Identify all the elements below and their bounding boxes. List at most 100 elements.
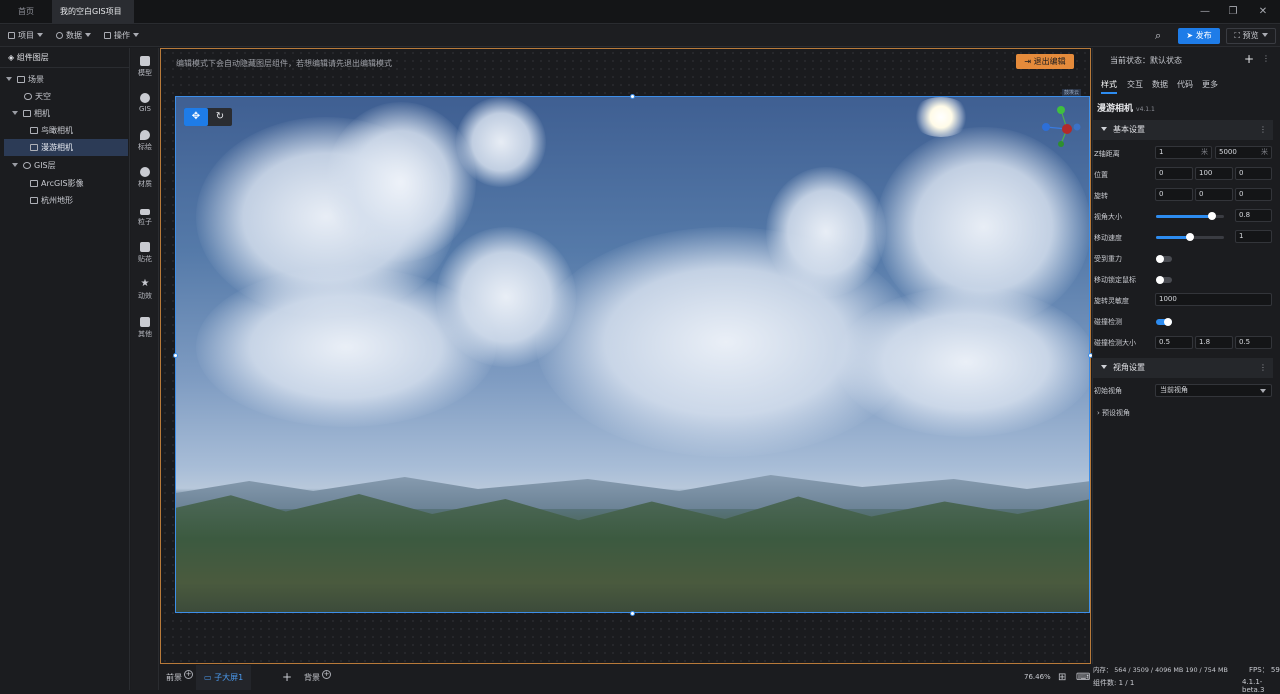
- cube-icon: [140, 56, 150, 66]
- strip-gis[interactable]: GIS: [131, 93, 159, 113]
- rotation-sensitivity-label: 旋转灵敏度: [1094, 297, 1129, 305]
- child-screen-tab[interactable]: ▭ 子大屏1: [196, 665, 252, 690]
- rotation-sensitivity-input[interactable]: 1000: [1155, 293, 1272, 306]
- rotation-z-input[interactable]: 0: [1235, 188, 1272, 201]
- section-basic[interactable]: 基本设置 ⋮: [1093, 120, 1273, 140]
- keyboard-icon[interactable]: ⌨: [1076, 665, 1090, 690]
- restore-icon[interactable]: ❐: [1218, 0, 1248, 24]
- tab-data[interactable]: 数据: [1152, 79, 1168, 90]
- folder-icon: [23, 110, 31, 117]
- z-max-input[interactable]: 5000 米: [1215, 146, 1272, 159]
- current-state[interactable]: 当前状态：默认状态: [1110, 55, 1182, 66]
- menu-data[interactable]: 数据: [56, 25, 91, 47]
- more-vertical-icon[interactable]: ⋮: [1259, 358, 1267, 378]
- tree-item-camera[interactable]: 相机: [12, 105, 128, 122]
- file-icon: [8, 32, 15, 39]
- front-layer-tab[interactable]: 前景 +: [166, 665, 193, 690]
- status-bar: 内存： 564 / 3509 / 4096 MB 190 / 754 MB FP…: [1092, 664, 1280, 694]
- database-icon: [56, 32, 63, 39]
- more-vertical-icon[interactable]: ⋮: [1262, 54, 1270, 63]
- search-icon[interactable]: ⌕: [1155, 25, 1161, 47]
- position-x-input[interactable]: 0: [1155, 167, 1193, 180]
- tree-item-scene[interactable]: 场景: [6, 71, 128, 88]
- menu-project[interactable]: 项目: [8, 25, 43, 47]
- gravity-toggle[interactable]: [1156, 255, 1172, 263]
- add-state-button[interactable]: +: [1244, 52, 1254, 66]
- tab-home[interactable]: 首页: [10, 0, 42, 24]
- strip-decal[interactable]: 贴花: [131, 242, 159, 264]
- bottom-bar: 前景 + ▭ 子大屏1 + 背景 + 76.46% ⊞ ⌨: [160, 665, 1091, 690]
- z-min-input[interactable]: 1米: [1155, 146, 1212, 159]
- initial-view-select[interactable]: 当前视角: [1155, 384, 1272, 397]
- section-view[interactable]: 视角设置 ⋮: [1093, 358, 1273, 378]
- zoom-level[interactable]: 76.46%: [1024, 665, 1051, 690]
- pin-icon: [140, 130, 150, 140]
- resize-handle[interactable]: [630, 611, 635, 616]
- expand-icon: [6, 77, 12, 81]
- strip-effect[interactable]: ★ 动效: [131, 279, 159, 301]
- tab-interaction[interactable]: 交互: [1127, 79, 1143, 90]
- tab-more[interactable]: 更多: [1202, 79, 1218, 90]
- strip-plot[interactable]: 标绘: [131, 130, 159, 152]
- close-icon[interactable]: ✕: [1248, 0, 1278, 24]
- strip-model[interactable]: 模型: [131, 56, 159, 78]
- collision-size-z-input[interactable]: 0.5: [1235, 336, 1272, 349]
- add-icon[interactable]: +: [184, 670, 193, 679]
- toggle-knob: [1164, 318, 1172, 326]
- scene-viewport[interactable]: [175, 96, 1090, 613]
- tree-item-gis-layer[interactable]: GIS层: [12, 157, 128, 174]
- neg-z-axis-icon: [1073, 123, 1081, 131]
- lock-mouse-label: 移动锁定鼠标: [1094, 276, 1136, 284]
- exit-icon: ⇥: [1024, 57, 1034, 66]
- tree-item-sky[interactable]: 天空: [24, 88, 128, 105]
- publish-button[interactable]: ➤ 发布: [1178, 28, 1220, 44]
- mountain-icon: [30, 197, 38, 204]
- strip-material[interactable]: 材质: [131, 167, 159, 189]
- fps-stat: FPS： 59: [1249, 666, 1280, 674]
- back-layer-tab[interactable]: 背景 +: [304, 665, 331, 690]
- tree-item-terrain[interactable]: 杭州地形: [30, 192, 128, 209]
- tree-item-arcgis[interactable]: ArcGIS影像: [30, 175, 128, 192]
- collision-size-y-input[interactable]: 1.8: [1195, 336, 1233, 349]
- position-z-input[interactable]: 0: [1235, 167, 1272, 180]
- tree-item-bird-camera[interactable]: 鸟瞰相机: [30, 122, 128, 139]
- add-icon[interactable]: +: [322, 670, 331, 679]
- rotation-y-input[interactable]: 0: [1195, 188, 1233, 201]
- collision-toggle[interactable]: [1156, 318, 1172, 326]
- menu-operation[interactable]: 操作: [104, 25, 139, 47]
- more-vertical-icon[interactable]: ⋮: [1259, 120, 1267, 140]
- preset-view-toggle[interactable]: › 预设视角: [1097, 408, 1130, 418]
- sphere-icon: [140, 167, 150, 177]
- exit-edit-button[interactable]: ⇥ 退出编辑: [1016, 54, 1074, 69]
- minimize-icon[interactable]: —: [1190, 0, 1220, 24]
- rotate-icon[interactable]: ↻: [208, 108, 232, 126]
- preview-button[interactable]: ⛶ 预览: [1226, 28, 1276, 44]
- position-y-input[interactable]: 100: [1195, 167, 1233, 180]
- axis-gizmo[interactable]: [1040, 104, 1084, 150]
- fov-slider-knob[interactable]: [1208, 212, 1216, 220]
- speed-input[interactable]: 1: [1235, 230, 1272, 243]
- resize-handle[interactable]: [173, 353, 178, 358]
- particle-icon: [140, 209, 150, 215]
- tab-project[interactable]: 我的空白GIS项目: [52, 0, 134, 38]
- move-icon[interactable]: ✥: [184, 108, 208, 126]
- fov-slider[interactable]: [1156, 212, 1224, 220]
- rotation-x-input[interactable]: 0: [1155, 188, 1193, 201]
- strip-particle[interactable]: 粒子: [131, 205, 159, 227]
- tab-style[interactable]: 样式: [1101, 79, 1117, 94]
- lock-mouse-toggle[interactable]: [1156, 276, 1172, 284]
- camera-icon: [30, 144, 38, 151]
- resize-handle[interactable]: [630, 94, 635, 99]
- tab-code[interactable]: 代码: [1177, 79, 1193, 90]
- fit-screen-icon[interactable]: ⊞: [1058, 665, 1066, 690]
- cloud: [326, 102, 476, 262]
- strip-other[interactable]: 其他: [131, 317, 159, 339]
- collapse-icon: [1101, 127, 1107, 131]
- fov-input[interactable]: 0.8: [1235, 209, 1272, 222]
- speed-slider-knob[interactable]: [1186, 233, 1194, 241]
- add-screen-button[interactable]: +: [282, 665, 292, 690]
- collision-size-x-input[interactable]: 0.5: [1155, 336, 1193, 349]
- grid-icon: [104, 32, 111, 39]
- speed-slider[interactable]: [1156, 233, 1224, 241]
- tree-item-roam-camera[interactable]: 漫游相机: [4, 139, 128, 156]
